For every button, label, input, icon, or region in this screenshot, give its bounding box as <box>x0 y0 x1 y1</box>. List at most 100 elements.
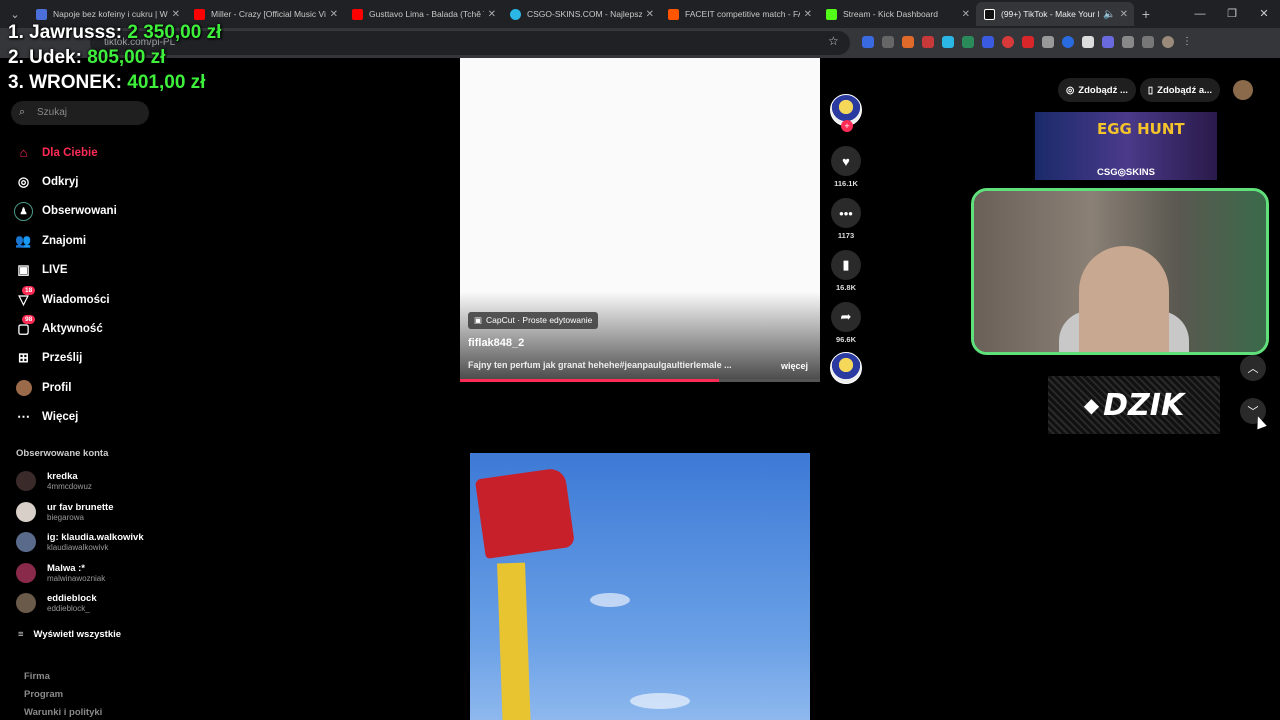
extension-icon[interactable] <box>1022 36 1034 48</box>
coin-icon: ◎ <box>1066 84 1075 96</box>
extension-icon[interactable] <box>1062 36 1074 48</box>
video-description: Fajny ten perfum jak granat hehehe#jeanp… <box>468 360 732 370</box>
video-progress-bar[interactable] <box>460 379 820 382</box>
share-button[interactable]: ➦ 96.6K <box>830 302 862 344</box>
account-name: ur fav brunette <box>47 501 114 513</box>
nav-label: Aktywność <box>42 323 103 336</box>
capcut-tag[interactable]: ▣ CapCut · Proste edytowanie <box>468 312 599 329</box>
compass-icon: ◎ <box>17 174 30 190</box>
close-tab-icon[interactable]: ✕ <box>646 9 654 20</box>
tab-title: Gusttavo Lima - Balada (Tchê Tc <box>369 9 484 19</box>
nav-label: Obserwowani <box>42 205 117 218</box>
nav-item-more[interactable]: ⋯ Więcej <box>14 403 154 432</box>
nav-item-messages[interactable]: ▽ 18 Wiadomości <box>14 285 154 314</box>
kick-icon <box>826 8 837 20</box>
bookmark-icon: ▮ <box>831 250 861 280</box>
get-coins-button[interactable]: ◎ Zdobądź ... <box>1058 78 1136 102</box>
next-video-player[interactable] <box>470 453 810 720</box>
close-tab-icon[interactable]: ✕ <box>488 9 496 20</box>
extension-icon[interactable] <box>882 36 894 48</box>
extension-icon[interactable] <box>1082 36 1094 48</box>
following-icon: ♟ <box>14 201 33 221</box>
author-avatar-button[interactable]: + <box>830 94 862 132</box>
browser-tab[interactable]: Stream - Kick Dashboard ✕ <box>818 2 976 26</box>
side-panel-icon[interactable] <box>1142 36 1154 48</box>
account-username: biegarowa <box>47 512 84 522</box>
nav-item-explore[interactable]: ◎ Odkryj <box>14 167 154 196</box>
profile-avatar[interactable] <box>1162 36 1174 48</box>
extension-icon[interactable] <box>902 36 914 48</box>
mute-tab-icon[interactable]: 🔈 <box>1103 9 1115 20</box>
following-accounts-title: Obserwowane konta <box>16 448 109 459</box>
donation-leaderboard-overlay: 1. Jawrusss: 2 350,00 zł 2. Udek: 805,00… <box>8 20 221 95</box>
following-account[interactable]: Malwa :* malwinawozniak <box>16 558 105 588</box>
menu-kebab-icon[interactable]: ⋮ <box>1182 36 1194 48</box>
browser-tab-active[interactable]: (99+) TikTok - Make Your D 🔈 ✕ <box>976 2 1134 26</box>
extensions-puzzle-icon[interactable] <box>1122 36 1134 48</box>
following-account[interactable]: eddieblock eddieblock_ <box>16 588 97 618</box>
music-disc-button[interactable] <box>830 352 862 384</box>
more-button[interactable]: więcej <box>781 361 808 371</box>
nav-item-friends[interactable]: 👥 Znajomi <box>14 226 154 255</box>
account-name: kredka <box>47 470 78 482</box>
save-button[interactable]: ▮ 16.8K <box>830 250 862 292</box>
nav-item-activity[interactable]: ▢ 98 Aktywność <box>14 314 154 343</box>
donation-amount: 805,00 zł <box>87 47 166 68</box>
browser-tab[interactable]: CSGO-SKINS.COM - Najlepsze ✕ <box>502 2 660 26</box>
video-author[interactable]: fiflak848_2 <box>468 337 524 349</box>
minimize-icon[interactable]: — <box>1184 0 1216 28</box>
extension-icon[interactable] <box>922 36 934 48</box>
video-player[interactable]: ▣ CapCut · Proste edytowanie fiflak848_2 … <box>460 58 820 382</box>
follow-plus-icon[interactable]: + <box>841 120 853 132</box>
show-all-following-link[interactable]: ≡ Wyświetl wszystkie <box>18 629 121 640</box>
new-tab-button[interactable]: + <box>1134 6 1158 22</box>
footer-link-program[interactable]: Program <box>24 689 63 700</box>
close-tab-icon[interactable]: ✕ <box>1120 9 1128 20</box>
extension-icon[interactable] <box>1042 36 1054 48</box>
extension-icon[interactable] <box>942 36 954 48</box>
browser-tab[interactable]: Gusttavo Lima - Balada (Tchê Tc ✕ <box>344 2 502 26</box>
close-window-icon[interactable]: ✕ <box>1248 0 1280 28</box>
bookmark-star-icon[interactable]: ☆ <box>828 34 839 48</box>
avatar <box>16 563 36 583</box>
nav-item-profile[interactable]: Profil <box>14 373 154 402</box>
nav-label: LIVE <box>42 264 68 277</box>
extension-icon[interactable] <box>862 36 874 48</box>
nav-item-upload[interactable]: ⊞ Prześlij <box>14 344 154 373</box>
browser-tab[interactable]: FACEIT competitive match - FA ✕ <box>660 2 818 26</box>
user-avatar[interactable] <box>1233 80 1253 100</box>
footer-link-terms[interactable]: Warunki i polityki <box>24 707 102 718</box>
footer-link-company[interactable]: Firma <box>24 671 50 682</box>
show-all-label: Wyświetl wszystkie <box>33 629 122 640</box>
maximize-icon[interactable]: ❐ <box>1216 0 1248 28</box>
comment-button[interactable]: ••• 1173 <box>830 198 862 240</box>
nav-item-live[interactable]: ▣ LIVE <box>14 256 154 285</box>
close-tab-icon[interactable]: ✕ <box>172 9 180 20</box>
get-app-button[interactable]: ▯ Zdobądź a... <box>1139 78 1221 102</box>
following-account[interactable]: ig: klaudia.walkowivk klaudiawalkowivk <box>16 527 144 557</box>
close-tab-icon[interactable]: ✕ <box>962 9 970 20</box>
close-tab-icon[interactable]: ✕ <box>804 9 812 20</box>
nav-item-for-you[interactable]: ⌂ Dla Ciebie <box>14 138 154 167</box>
previous-video-button[interactable]: ︿ <box>1240 355 1266 381</box>
cloud-shape <box>590 593 630 607</box>
extension-icon[interactable] <box>982 36 994 48</box>
following-account[interactable]: kredka 4mmcdowuz <box>16 466 92 496</box>
window-controls: — ❐ ✕ <box>1184 0 1280 28</box>
button-label: Zdobądź ... <box>1078 84 1128 96</box>
webcam-person-head <box>1079 246 1169 352</box>
following-account[interactable]: ur fav brunette biegarowa <box>16 497 114 527</box>
nav-item-following[interactable]: ♟ Obserwowani <box>14 197 154 226</box>
like-button[interactable]: ♥ 116.1K <box>830 146 862 188</box>
extension-icon[interactable] <box>962 36 974 48</box>
avatar <box>16 502 36 522</box>
nav-label: Znajomi <box>42 234 87 247</box>
search-input[interactable]: ⌕ Szukaj <box>11 101 149 125</box>
friends-icon: 👥 <box>15 232 32 248</box>
live-icon: ▣ <box>17 262 30 278</box>
nav-label: Prześlij <box>42 352 83 365</box>
extension-icon[interactable] <box>1002 36 1014 48</box>
close-tab-icon[interactable]: ✕ <box>330 9 338 20</box>
search-placeholder: Szukaj <box>37 107 68 118</box>
extension-icon[interactable] <box>1102 36 1114 48</box>
